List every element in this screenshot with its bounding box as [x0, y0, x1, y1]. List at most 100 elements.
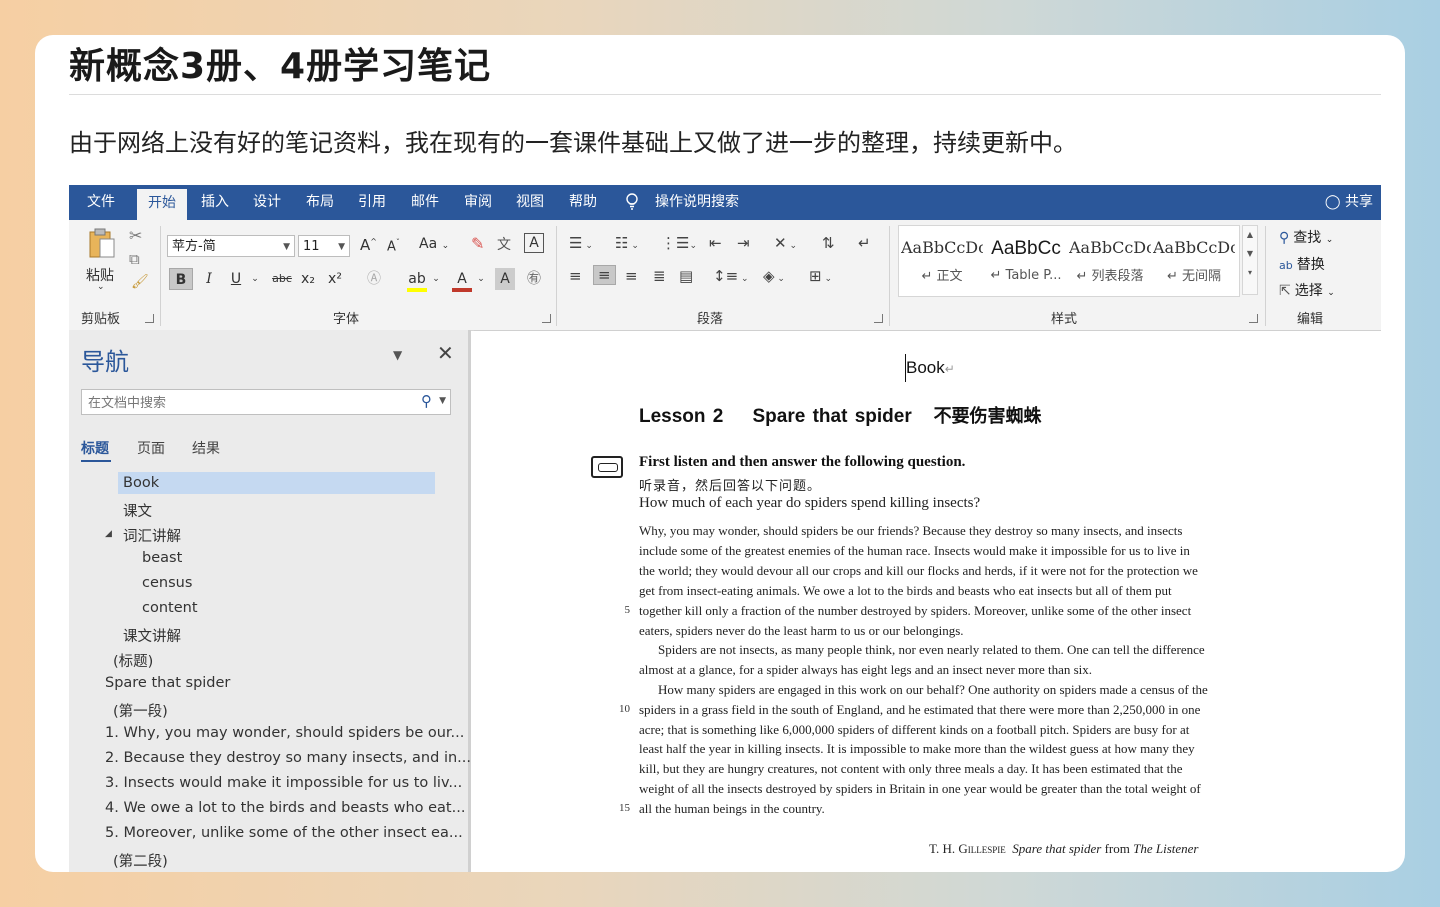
nav-heading-item[interactable]: Spare that spider [105, 675, 230, 691]
close-icon[interactable]: ✕ [437, 341, 454, 365]
instruction-english: First listen and then answer the followi… [639, 454, 966, 470]
nav-heading-item[interactable]: 课文 [123, 500, 152, 521]
nav-heading-item[interactable]: content [142, 600, 198, 616]
numbering-icon[interactable]: ☷ ⌄ [615, 234, 639, 252]
clear-formatting-icon[interactable]: ✎ [471, 234, 484, 253]
multilevel-list-icon[interactable]: ⋮☰⌄ [661, 234, 697, 252]
bold-button[interactable]: B [169, 268, 193, 290]
nav-heading-item[interactable]: 词汇讲解 [123, 525, 181, 546]
highlight-icon[interactable]: ab [407, 268, 427, 292]
shading-icon[interactable]: ◈ ⌄ [763, 267, 785, 285]
format-painter-icon[interactable]: 🖌 [131, 274, 149, 290]
tab-pages[interactable]: 页面 [137, 438, 165, 458]
nav-heading-book[interactable]: Book [118, 472, 435, 494]
paste-dropdown-icon[interactable]: ⌄ [97, 282, 105, 292]
nav-heading-item[interactable]: 1. Why, you may wonder, should spiders b… [105, 725, 464, 741]
styles-gallery-scroll[interactable]: ▲ ▼ ▾ [1242, 225, 1258, 295]
tab-results[interactable]: 结果 [192, 438, 220, 458]
text-line: spiders in a grass field in the south of… [639, 702, 1201, 717]
chevron-down-icon[interactable]: ⌄ [250, 268, 260, 290]
nav-heading-item[interactable]: (第二段) [113, 850, 168, 871]
style-no-spacing[interactable]: AaBbCcDc ↵ 无间隔 [1153, 230, 1235, 292]
nav-heading-item[interactable]: (第一段) [113, 700, 168, 721]
text-line: kill, but they are hungry creatures, not… [639, 761, 1183, 776]
tab-view[interactable]: 视图 [506, 185, 554, 220]
select-button[interactable]: ⇱ 选择 ⌄ [1279, 280, 1335, 300]
nav-heading-item[interactable]: beast [142, 550, 182, 566]
nav-heading-item[interactable]: (标题) [113, 650, 153, 671]
italic-button[interactable]: I [199, 268, 219, 290]
character-shading-icon[interactable]: A [495, 268, 515, 290]
tab-home[interactable]: 开始 [137, 189, 187, 220]
share-button[interactable]: ◯ 共享 [1325, 185, 1373, 220]
paste-icon[interactable] [87, 227, 117, 259]
tab-help[interactable]: 帮助 [559, 185, 607, 220]
tab-review[interactable]: 审阅 [454, 185, 502, 220]
tab-references[interactable]: 引用 [348, 185, 396, 220]
enclose-characters-icon[interactable]: ㊒ [523, 268, 545, 290]
nav-search-input[interactable] [82, 390, 410, 416]
nav-heading-item[interactable]: 5. Moreover, unlike some of the other in… [105, 825, 463, 841]
text-effects-icon[interactable]: Ⓐ [363, 268, 385, 290]
nav-heading-item[interactable]: 课文讲解 [123, 625, 181, 646]
chevron-up-icon[interactable]: ▲ [1243, 230, 1257, 239]
align-left-icon[interactable]: ≡ [569, 267, 582, 285]
style-normal[interactable]: AaBbCcDc ↵ 正文 [901, 230, 983, 292]
grow-font-button[interactable]: A^ [360, 236, 377, 254]
shrink-font-button[interactable]: Aˇ [387, 238, 400, 254]
tab-design[interactable]: 设计 [243, 185, 291, 220]
align-center-icon[interactable]: ≡ [593, 265, 616, 285]
collapse-triangle-icon[interactable]: ◢ [105, 529, 112, 539]
search-icon[interactable]: ⚲ [421, 392, 432, 410]
nav-heading-item[interactable]: 3. Insects would make it impossible for … [105, 775, 462, 791]
nav-heading-item[interactable]: 4. We owe a lot to the birds and beasts … [105, 800, 465, 816]
bullets-icon[interactable]: ☰ ⌄ [569, 234, 593, 252]
chevron-down-icon[interactable]: ⌄ [476, 268, 486, 290]
style-table-paragraph[interactable]: AaBbCc ↵ Table P... [985, 230, 1067, 292]
nav-heading-item[interactable]: 2. Because they destroy so many insects,… [105, 750, 471, 766]
paragraph-launcher-icon[interactable] [874, 314, 883, 323]
subscript-button[interactable]: x₂ [299, 268, 317, 290]
chinese-layout-icon[interactable]: ✕ ⌄ [774, 234, 797, 252]
decrease-indent-icon[interactable]: ⇤ [709, 234, 722, 252]
increase-indent-icon[interactable]: ⇥ [737, 234, 750, 252]
underline-button[interactable]: U [226, 268, 246, 290]
font-color-icon[interactable]: A [452, 268, 472, 292]
font-size-select[interactable]: 11 ▼ [298, 235, 350, 257]
document-page[interactable]: Book↵ Lesson 2 Spare that spider 不要伤害蜘蛛 … [474, 330, 1381, 872]
replace-button[interactable]: ab 替换 [1279, 254, 1325, 274]
editing-group-label: 编辑 [1297, 312, 1324, 327]
clipboard-launcher-icon[interactable] [145, 314, 154, 323]
find-button[interactable]: ⚲ 查找 ⌄ [1279, 227, 1333, 247]
show-marks-icon[interactable]: ↵ [858, 234, 871, 252]
tab-file[interactable]: 文件 [77, 185, 125, 220]
chevron-down-icon[interactable]: ▼ [393, 348, 402, 362]
chevron-down-icon[interactable]: ▼ [439, 396, 446, 406]
nav-heading-item[interactable]: census [142, 575, 192, 591]
tab-mailings[interactable]: 邮件 [401, 185, 449, 220]
change-case-button[interactable]: Aa ⌄ [419, 236, 449, 252]
justify-icon[interactable]: ≣ [653, 267, 666, 285]
styles-launcher-icon[interactable] [1249, 314, 1258, 323]
tab-insert[interactable]: 插入 [191, 185, 239, 220]
font-family-select[interactable]: 苹方-简 ▼ [167, 235, 295, 257]
strikethrough-button[interactable]: abc [269, 268, 295, 290]
tab-headings[interactable]: 标题 [81, 438, 109, 458]
borders-icon[interactable]: ⊞ ⌄ [809, 267, 832, 285]
chevron-down-icon[interactable]: ▼ [1243, 249, 1257, 258]
line-spacing-icon[interactable]: ↕≡ ⌄ [713, 267, 749, 285]
sort-icon[interactable]: ⇅ [822, 234, 835, 252]
font-launcher-icon[interactable] [542, 314, 551, 323]
phonetic-guide-icon[interactable]: 文 [497, 234, 511, 254]
chevron-down-icon[interactable]: ⌄ [431, 268, 441, 290]
superscript-button[interactable]: x² [326, 268, 344, 290]
tell-me-search[interactable]: 操作说明搜索 [655, 185, 739, 220]
style-list-paragraph[interactable]: AaBbCcDc ↵ 列表段落 [1069, 230, 1151, 292]
gallery-more-icon[interactable]: ▾ [1243, 268, 1257, 277]
copy-icon[interactable]: ⧉ [129, 250, 140, 268]
character-border-icon[interactable]: A [524, 233, 544, 253]
distributed-icon[interactable]: ▤ [679, 267, 693, 285]
tab-layout[interactable]: 布局 [296, 185, 344, 220]
cut-icon[interactable]: ✂ [129, 226, 142, 245]
align-right-icon[interactable]: ≡ [625, 267, 638, 285]
